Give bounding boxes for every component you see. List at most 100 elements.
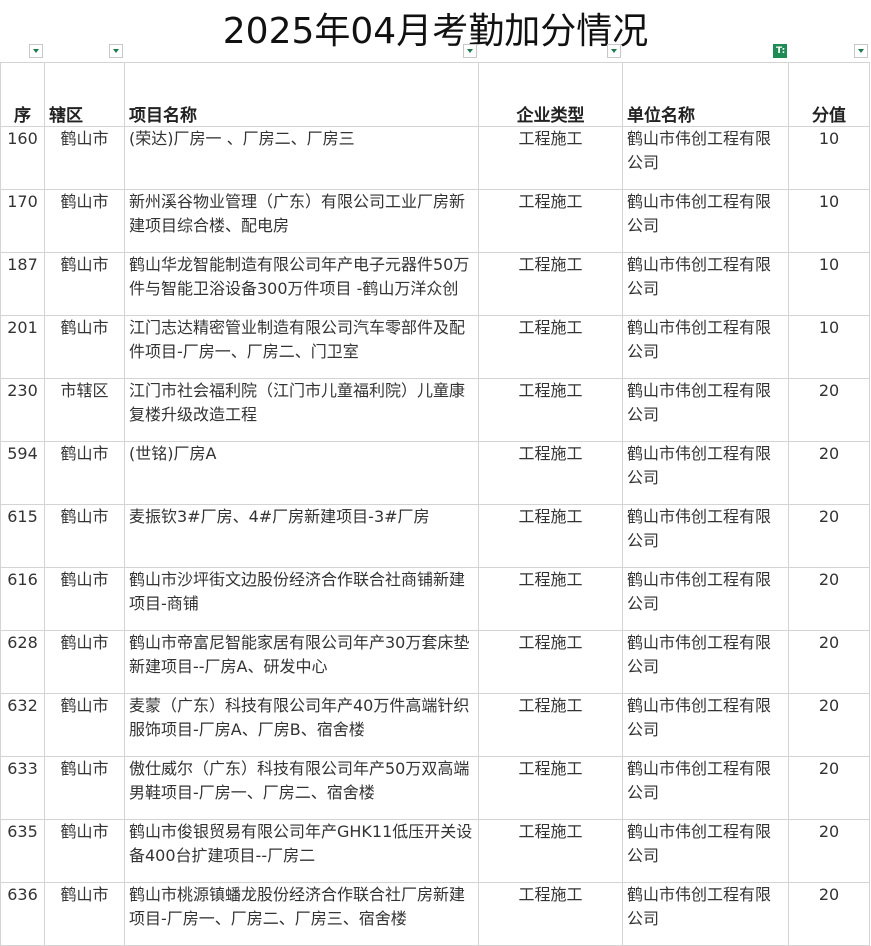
cell-district[interactable]: 鹤山市 — [44, 693, 125, 757]
cell-project[interactable]: 傲仕威尔（广东）科技有限公司年产50万双高端男鞋项目-厂房一、厂房二、宿舍楼 — [124, 756, 479, 820]
cell-type[interactable]: 工程施工 — [478, 756, 623, 820]
cell-type[interactable]: 工程施工 — [478, 126, 623, 190]
header-project[interactable]: 项目名称 — [124, 62, 479, 127]
cell-score[interactable]: 10 — [788, 315, 870, 379]
cell-unit[interactable]: 鹤山市伟创工程有限公司 — [622, 567, 789, 631]
cell-district[interactable]: 鹤山市 — [44, 630, 125, 694]
table-row: 615 鹤山市 麦振钦3#厂房、4#厂房新建项目-3#厂房 工程施工 鹤山市伟创工程有限… — [0, 504, 870, 568]
cell-district[interactable]: 市辖区 — [44, 378, 125, 442]
cell-type[interactable]: 工程施工 — [478, 693, 623, 757]
cell-score[interactable]: 20 — [788, 819, 870, 883]
header-row: 序 辖区 项目名称 企业类型 单位名称 分值 — [0, 62, 870, 127]
cell-district[interactable]: 鹤山市 — [44, 882, 125, 946]
cell-seq[interactable]: 594 — [0, 441, 45, 505]
cell-score[interactable]: 20 — [788, 378, 870, 442]
cell-seq[interactable]: 170 — [0, 189, 45, 253]
cell-project[interactable]: 鹤山市桃源镇蟠龙股份经济合作联合社厂房新建项目-厂房一、厂房二、厂房三、宿舍楼 — [124, 882, 479, 946]
cell-project[interactable]: (荣达)厂房一 、厂房二、厂房三 — [124, 126, 479, 190]
cell-district[interactable]: 鹤山市 — [44, 819, 125, 883]
cell-seq[interactable]: 616 — [0, 567, 45, 631]
cell-unit[interactable]: 鹤山市伟创工程有限公司 — [622, 441, 789, 505]
cell-district[interactable]: 鹤山市 — [44, 189, 125, 253]
filter-dropdown-icon[interactable] — [607, 44, 621, 58]
cell-type[interactable]: 工程施工 — [478, 315, 623, 379]
table-row: 636 鹤山市 鹤山市桃源镇蟠龙股份经济合作联合社厂房新建项目-厂房一、厂房二、厂房… — [0, 882, 870, 946]
cell-type[interactable]: 工程施工 — [478, 504, 623, 568]
filter-dropdown-icon[interactable] — [854, 44, 868, 58]
cell-score[interactable]: 10 — [788, 189, 870, 253]
cell-project[interactable]: 鹤山市沙坪街文边股份经济合作联合社商铺新建项目-商铺 — [124, 567, 479, 631]
cell-unit[interactable]: 鹤山市伟创工程有限公司 — [622, 378, 789, 442]
cell-seq[interactable]: 201 — [0, 315, 45, 379]
cell-project[interactable]: 鹤山市帝富尼智能家居有限公司年产30万套床垫新建项目--厂房A、研发中心 — [124, 630, 479, 694]
cell-type[interactable]: 工程施工 — [478, 630, 623, 694]
filter-dropdown-icon[interactable] — [463, 44, 477, 58]
cell-type[interactable]: 工程施工 — [478, 819, 623, 883]
cell-district[interactable]: 鹤山市 — [44, 126, 125, 190]
cell-seq[interactable]: 160 — [0, 126, 45, 190]
cell-district[interactable]: 鹤山市 — [44, 504, 125, 568]
cell-district[interactable]: 鹤山市 — [44, 441, 125, 505]
cell-score[interactable]: 20 — [788, 504, 870, 568]
cell-seq[interactable]: 636 — [0, 882, 45, 946]
cell-unit[interactable]: 鹤山市伟创工程有限公司 — [622, 630, 789, 694]
cell-unit[interactable]: 鹤山市伟创工程有限公司 — [622, 819, 789, 883]
cell-type[interactable]: 工程施工 — [478, 378, 623, 442]
cell-score[interactable]: 20 — [788, 441, 870, 505]
cell-project[interactable]: (世铭)厂房A — [124, 441, 479, 505]
cell-seq[interactable]: 187 — [0, 252, 45, 316]
cell-unit[interactable]: 鹤山市伟创工程有限公司 — [622, 882, 789, 946]
cell-district[interactable]: 鹤山市 — [44, 567, 125, 631]
cell-seq[interactable]: 635 — [0, 819, 45, 883]
cell-type[interactable]: 工程施工 — [478, 252, 623, 316]
cell-unit[interactable]: 鹤山市伟创工程有限公司 — [622, 504, 789, 568]
cell-unit[interactable]: 鹤山市伟创工程有限公司 — [622, 189, 789, 253]
cell-seq[interactable]: 628 — [0, 630, 45, 694]
cell-project[interactable]: 江门志达精密管业制造有限公司汽车零部件及配件项目-厂房一、厂房二、门卫室 — [124, 315, 479, 379]
cell-unit[interactable]: 鹤山市伟创工程有限公司 — [622, 756, 789, 820]
cell-project[interactable]: 麦蒙（广东）科技有限公司年产40万件高端针织服饰项目-厂房A、厂房B、宿舍楼 — [124, 693, 479, 757]
cell-district[interactable]: 鹤山市 — [44, 315, 125, 379]
cell-seq[interactable]: 633 — [0, 756, 45, 820]
table-row: 160 鹤山市 (荣达)厂房一 、厂房二、厂房三 工程施工 鹤山市伟创工程有限公司 10 — [0, 126, 870, 190]
cell-project[interactable]: 新州溪谷物业管理（广东）有限公司工业厂房新建项目综合楼、配电房 — [124, 189, 479, 253]
cell-type[interactable]: 工程施工 — [478, 882, 623, 946]
filter-dropdown-icon[interactable] — [29, 44, 43, 58]
header-district[interactable]: 辖区 — [44, 62, 125, 127]
cell-project[interactable]: 江门市社会福利院（江门市儿童福利院）儿童康复楼升级改造工程 — [124, 378, 479, 442]
cell-type[interactable]: 工程施工 — [478, 189, 623, 253]
cell-score[interactable]: 20 — [788, 630, 870, 694]
header-unit[interactable]: 单位名称 — [622, 62, 789, 127]
cell-project[interactable]: 麦振钦3#厂房、4#厂房新建项目-3#厂房 — [124, 504, 479, 568]
cell-district[interactable]: 鹤山市 — [44, 756, 125, 820]
cell-unit[interactable]: 鹤山市伟创工程有限公司 — [622, 693, 789, 757]
filter-dropdown-icon[interactable] — [109, 44, 123, 58]
cell-project[interactable]: 鹤山华龙智能制造有限公司年产电子元器件50万件与智能卫浴设备300万件项目 -鹤… — [124, 252, 479, 316]
cell-district[interactable]: 鹤山市 — [44, 252, 125, 316]
cell-score[interactable]: 20 — [788, 756, 870, 820]
filter-bar — [0, 44, 871, 62]
cell-unit[interactable]: 鹤山市伟创工程有限公司 — [622, 126, 789, 190]
table-row: 616 鹤山市 鹤山市沙坪街文边股份经济合作联合社商铺新建项目-商铺 工程施工 鹤山市伟… — [0, 567, 870, 631]
cell-project[interactable]: 鹤山市俊银贸易有限公司年产GHK11低压开关设备400台扩建项目--厂房二 — [124, 819, 479, 883]
cell-score[interactable]: 20 — [788, 567, 870, 631]
cell-unit[interactable]: 鹤山市伟创工程有限公司 — [622, 315, 789, 379]
table-row: 633 鹤山市 傲仕威尔（广东）科技有限公司年产50万双高端男鞋项目-厂房一、厂房二… — [0, 756, 870, 820]
cell-type[interactable]: 工程施工 — [478, 567, 623, 631]
active-filter-icon[interactable] — [773, 44, 787, 58]
header-seq[interactable]: 序 — [0, 62, 45, 127]
table-row: 170 鹤山市 新州溪谷物业管理（广东）有限公司工业厂房新建项目综合楼、配电房 工程施… — [0, 189, 870, 253]
cell-score[interactable]: 20 — [788, 882, 870, 946]
cell-seq[interactable]: 615 — [0, 504, 45, 568]
cell-type[interactable]: 工程施工 — [478, 441, 623, 505]
cell-score[interactable]: 10 — [788, 252, 870, 316]
table-row: 632 鹤山市 麦蒙（广东）科技有限公司年产40万件高端针织服饰项目-厂房A、厂房B… — [0, 693, 870, 757]
cell-score[interactable]: 20 — [788, 693, 870, 757]
cell-seq[interactable]: 230 — [0, 378, 45, 442]
cell-seq[interactable]: 632 — [0, 693, 45, 757]
header-score[interactable]: 分值 — [788, 62, 870, 127]
cell-score[interactable]: 10 — [788, 126, 870, 190]
table-row: 628 鹤山市 鹤山市帝富尼智能家居有限公司年产30万套床垫新建项目--厂房A、研发… — [0, 630, 870, 694]
header-type[interactable]: 企业类型 — [478, 62, 623, 127]
cell-unit[interactable]: 鹤山市伟创工程有限公司 — [622, 252, 789, 316]
